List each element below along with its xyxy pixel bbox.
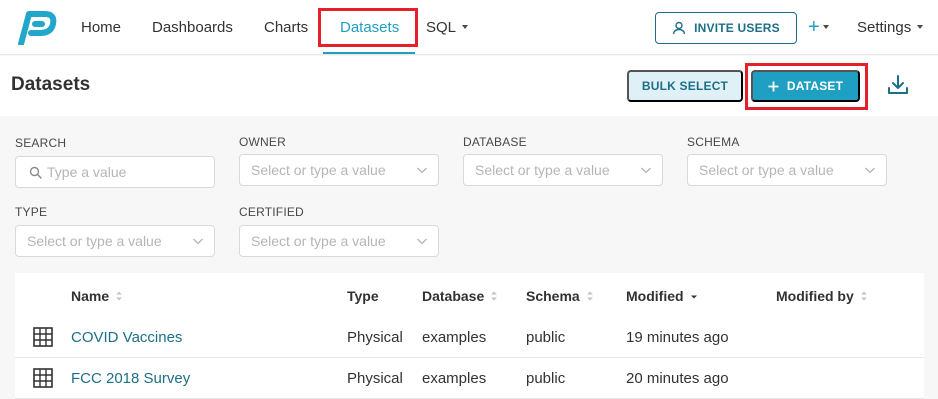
dataset-schema: public — [526, 370, 566, 387]
invite-users-label: INVITE USERS — [694, 21, 780, 35]
nav-active-indicator — [323, 52, 415, 54]
nav-dashboards[interactable]: Dashboards — [152, 18, 233, 38]
download-icon[interactable] — [886, 73, 910, 97]
column-header-label: Modified by — [776, 288, 854, 304]
dataset-name-link[interactable]: FCC 2018 Survey — [71, 370, 190, 387]
certified-select[interactable]: Select or type a value — [239, 225, 439, 257]
owner-select[interactable]: Select or type a value — [239, 154, 439, 186]
sort-icon — [116, 291, 123, 301]
chevron-down-icon — [462, 25, 469, 30]
dataset-type: Physical — [347, 329, 403, 346]
dataset-modified: 19 minutes ago — [626, 329, 729, 346]
column-header-type: Type — [347, 288, 379, 304]
dataset-database: examples — [422, 370, 487, 387]
chevron-down-icon — [641, 167, 651, 174]
user-icon — [672, 21, 686, 35]
top-navbar — [0, 0, 938, 55]
column-header-label: Type — [347, 288, 379, 304]
type-select[interactable]: Select or type a value — [15, 225, 215, 257]
filter-label-owner: OWNER — [239, 135, 286, 149]
dataset-name-link[interactable]: COVID Vaccines — [71, 329, 182, 346]
database-select[interactable]: Select or type a value — [463, 154, 663, 186]
sort-icon — [860, 291, 867, 301]
certified-placeholder: Select or type a value — [251, 233, 386, 249]
filter-label-schema: SCHEMA — [687, 135, 740, 149]
nav-home[interactable]: Home — [81, 18, 121, 38]
search-input[interactable]: Type a value — [15, 156, 215, 188]
table-grid-icon — [33, 368, 53, 388]
dataset-type: Physical — [347, 370, 403, 387]
settings-menu[interactable]: Settings — [857, 18, 924, 38]
search-icon — [29, 166, 42, 179]
filter-label-certified: CERTIFIED — [239, 205, 304, 219]
sort-icon — [491, 291, 498, 301]
dataset-modified: 20 minutes ago — [626, 370, 729, 387]
sort-descending-icon — [690, 295, 697, 299]
search-placeholder: Type a value — [47, 164, 127, 180]
schema-select[interactable]: Select or type a value — [687, 154, 887, 186]
chevron-down-icon — [193, 238, 203, 245]
column-header-label: Modified — [626, 288, 684, 304]
column-header-schema[interactable]: Schema — [526, 288, 594, 304]
column-header-modified[interactable]: Modified — [626, 288, 698, 304]
column-header-name[interactable]: Name — [71, 288, 123, 304]
owner-placeholder: Select or type a value — [251, 162, 386, 178]
sort-icon — [586, 291, 593, 301]
column-header-modified-by[interactable]: Modified by — [776, 288, 868, 304]
schema-placeholder: Select or type a value — [699, 162, 834, 178]
column-header-label: Schema — [526, 288, 580, 304]
dataset-schema: public — [526, 329, 566, 346]
chevron-down-icon — [417, 167, 427, 174]
filter-label-database: DATABASE — [463, 135, 527, 149]
bulk-select-button[interactable]: BULK SELECT — [627, 70, 743, 102]
nav-sql-menu[interactable]: SQL — [426, 18, 469, 38]
plus-icon: + — [808, 16, 820, 38]
row-divider — [15, 357, 924, 358]
filter-label-search: SEARCH — [15, 136, 67, 150]
table-grid-icon — [33, 327, 53, 347]
highlight-box-add-dataset — [745, 63, 868, 110]
nav-sql-label: SQL — [426, 19, 457, 36]
nav-charts[interactable]: Charts — [264, 18, 308, 38]
chevron-down-icon — [417, 238, 427, 245]
new-item-menu[interactable]: + — [808, 14, 829, 40]
chevron-down-icon — [822, 24, 829, 29]
highlight-box-datasets-tab — [318, 8, 418, 47]
filter-label-type: TYPE — [15, 205, 48, 219]
invite-users-button[interactable]: INVITE USERS — [655, 12, 797, 44]
chevron-down-icon — [865, 167, 875, 174]
column-header-label: Database — [422, 288, 485, 304]
database-placeholder: Select or type a value — [475, 162, 610, 178]
superset-logo-icon[interactable] — [15, 11, 57, 45]
page-title: Datasets — [11, 74, 91, 95]
column-header-database[interactable]: Database — [422, 288, 498, 304]
chevron-down-icon — [917, 25, 924, 30]
type-placeholder: Select or type a value — [27, 233, 162, 249]
dataset-database: examples — [422, 329, 487, 346]
settings-label: Settings — [857, 19, 912, 36]
column-header-label: Name — [71, 288, 110, 304]
